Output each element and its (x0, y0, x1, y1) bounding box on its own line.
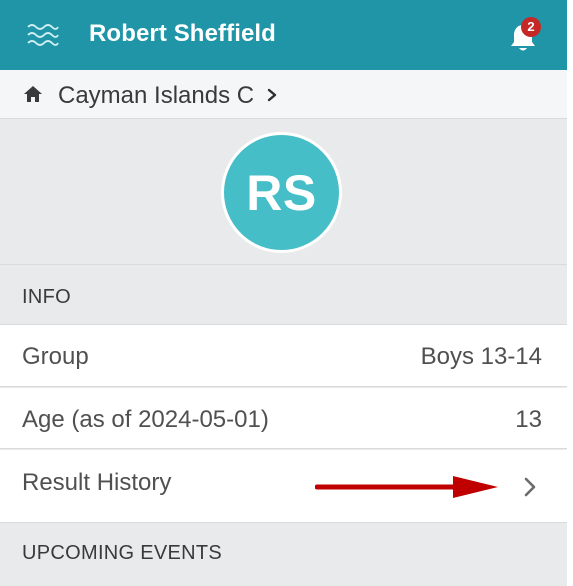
home-icon (24, 86, 42, 102)
waves-menu-icon (27, 24, 59, 46)
page-title: Robert Sheffield (89, 20, 276, 47)
notifications-button[interactable]: 2 (508, 17, 544, 52)
result-history-label: Result History (22, 469, 172, 496)
top-app-bar: Robert Sheffield 2 (0, 0, 567, 70)
age-value: 13 (515, 406, 542, 433)
profile-header: RS (0, 119, 567, 265)
menu-button[interactable] (26, 22, 60, 48)
red-arrow-annotation-icon (315, 476, 498, 498)
breadcrumb[interactable]: Cayman Islands C (0, 70, 567, 119)
right-edge-strip (567, 0, 573, 586)
avatar: RS (221, 132, 342, 253)
info-section-title: INFO (22, 286, 71, 308)
chevron-right-icon (524, 477, 536, 497)
group-value: Boys 13-14 (420, 343, 542, 370)
upcoming-events-title: UPCOMING EVENTS (22, 542, 223, 564)
info-section-header: INFO (0, 266, 567, 325)
info-row-age: Age (as of 2024-05-01) 13 (0, 388, 567, 449)
upcoming-events-section-header: UPCOMING EVENTS (0, 524, 567, 586)
notification-badge: 2 (521, 17, 541, 37)
result-history-row[interactable]: Result History (0, 450, 567, 523)
info-row-group: Group Boys 13-14 (0, 325, 567, 387)
group-label: Group (22, 343, 89, 370)
breadcrumb-label: Cayman Islands C (58, 82, 255, 109)
age-label: Age (as of 2024-05-01) (22, 406, 269, 433)
chevron-right-icon (267, 88, 277, 102)
